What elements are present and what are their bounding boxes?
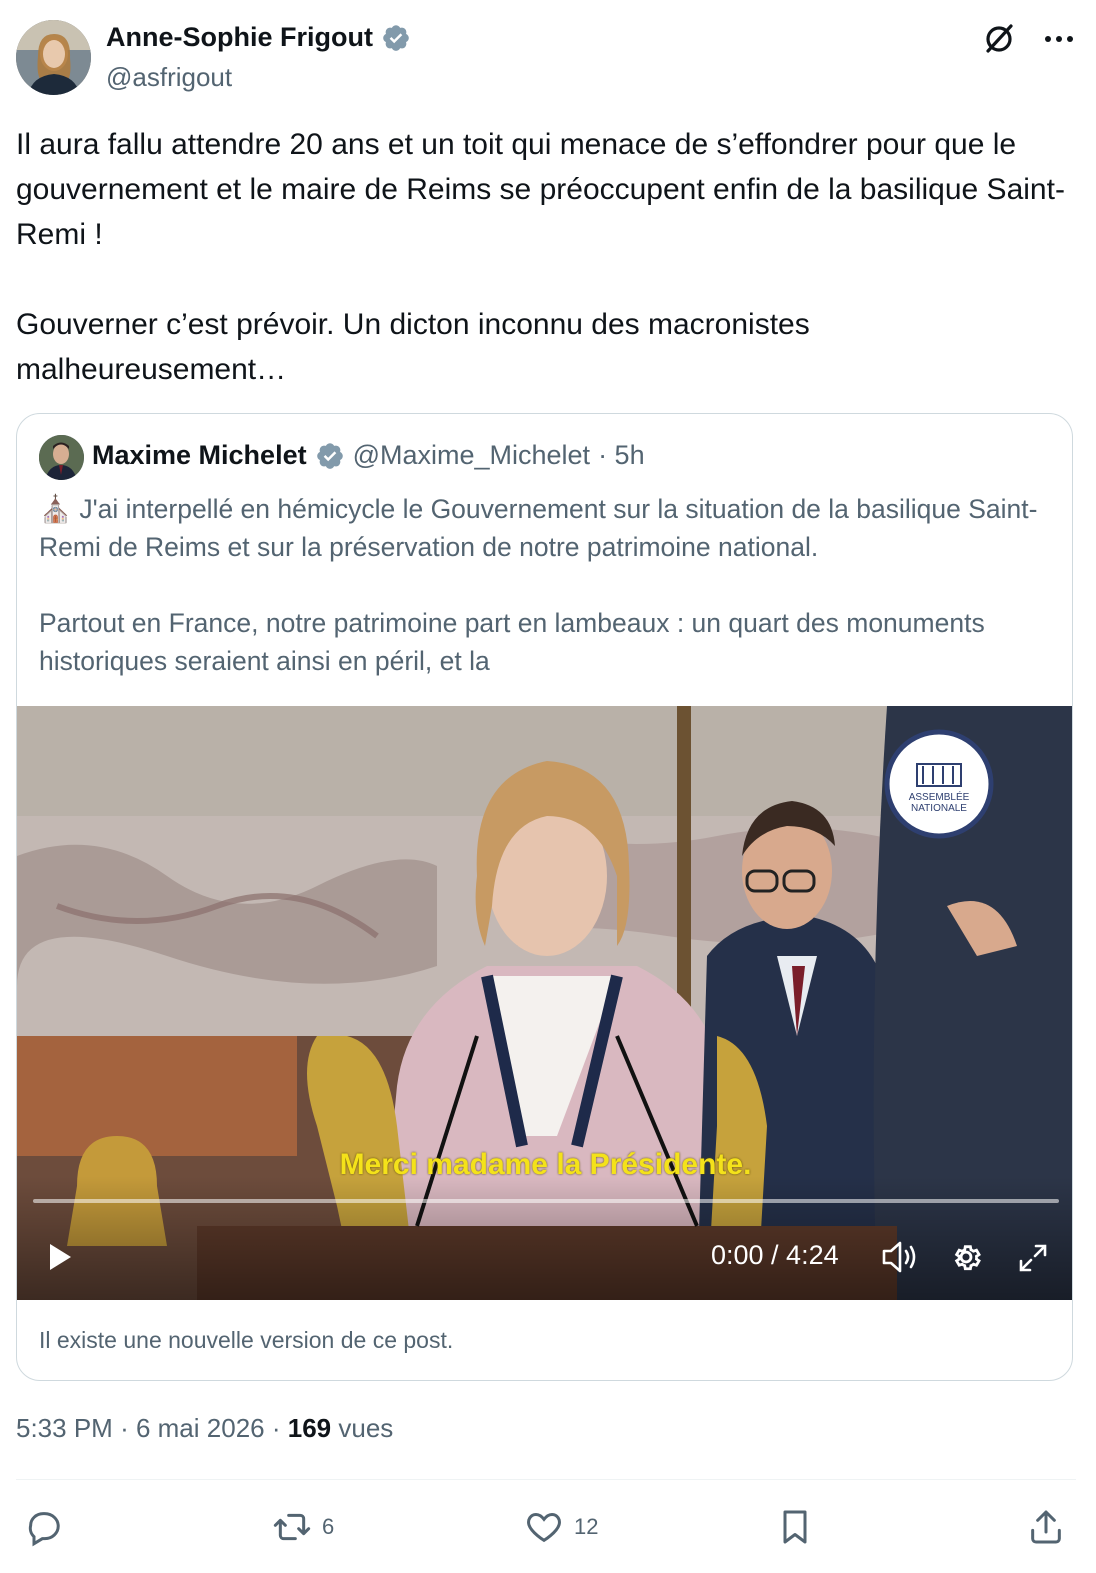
video-frame: ASSEMBLÉE NATIONALE (17, 706, 1072, 1300)
separator: · (120, 1413, 129, 1443)
logo-line2: NATIONALE (911, 803, 967, 814)
quoted-post-time[interactable]: · 5h (598, 440, 645, 471)
post-text: Il aura fallu attendre 20 ans et un toit… (16, 128, 1065, 386)
retweet-button[interactable]: 6 (272, 1497, 334, 1557)
like-button[interactable]: 12 (524, 1497, 598, 1557)
video-subtitle: Merci madame la Présidente. (339, 1148, 752, 1181)
more-icon[interactable] (1044, 34, 1074, 44)
share-button[interactable] (1026, 1497, 1066, 1557)
volume-icon[interactable] (881, 1239, 919, 1275)
header-actions (982, 22, 1074, 56)
author-avatar[interactable] (16, 20, 91, 95)
divider (16, 1479, 1076, 1480)
verified-badge-icon (383, 24, 409, 51)
post-date[interactable]: 6 mai 2026 (136, 1413, 265, 1443)
quoted-author-handle[interactable]: @Maxime_Michelet (353, 440, 590, 471)
bookmark-button[interactable] (775, 1497, 815, 1557)
settings-gear-icon[interactable] (949, 1240, 983, 1274)
quoted-author-name[interactable]: Maxime Michelet (92, 440, 307, 471)
post-meta: 5:33 PM · 6 mai 2026 · 169 vues (16, 1413, 393, 1444)
fullscreen-icon[interactable] (1017, 1242, 1049, 1274)
retweet-icon (273, 1513, 311, 1541)
quoted-post-text: ⛪ J'ai interpellé en hémicycle le Gouver… (39, 490, 1051, 680)
church-emoji: ⛪ (39, 494, 72, 524)
author-name[interactable]: Anne-Sophie Frigout (106, 22, 373, 53)
grok-icon[interactable] (982, 22, 1016, 56)
bookmark-icon (783, 1510, 807, 1544)
separator: · (271, 1413, 281, 1443)
like-count: 12 (574, 1514, 599, 1539)
quoted-post[interactable]: Maxime Michelet @Maxime_Michelet · 5h ⛪ … (16, 413, 1073, 1381)
retweet-count: 6 (322, 1514, 335, 1539)
verified-badge-icon (316, 442, 343, 469)
action-bar: 6 12 (0, 1497, 1096, 1557)
video-time: 0:00 / 4:24 (711, 1240, 839, 1270)
reply-icon (28, 1512, 60, 1547)
play-icon[interactable] (47, 1242, 73, 1272)
like-icon (527, 1512, 561, 1543)
logo-line1: ASSEMBLÉE (909, 790, 970, 803)
post-time[interactable]: 5:33 PM (16, 1413, 113, 1443)
video-player[interactable]: ASSEMBLÉE NATIONALE Merci madame la Prés… (17, 706, 1072, 1300)
author-name-row[interactable]: Anne-Sophie Frigout (106, 22, 411, 53)
view-count: 169 (287, 1413, 332, 1443)
quoted-author-row[interactable]: Maxime Michelet @Maxime_Michelet · 5h (92, 440, 645, 471)
quoted-post-body: J'ai interpellé en hémicycle le Gouverne… (39, 494, 1038, 676)
share-icon (1031, 1510, 1061, 1544)
views-label: vues (338, 1413, 394, 1443)
author-handle[interactable]: @asfrigout (106, 62, 232, 93)
reply-button[interactable] (24, 1497, 64, 1557)
quoted-author-avatar[interactable] (39, 435, 84, 480)
video-progress-bar[interactable] (33, 1199, 1059, 1203)
new-version-notice[interactable]: Il existe une nouvelle version de ce pos… (39, 1327, 453, 1354)
